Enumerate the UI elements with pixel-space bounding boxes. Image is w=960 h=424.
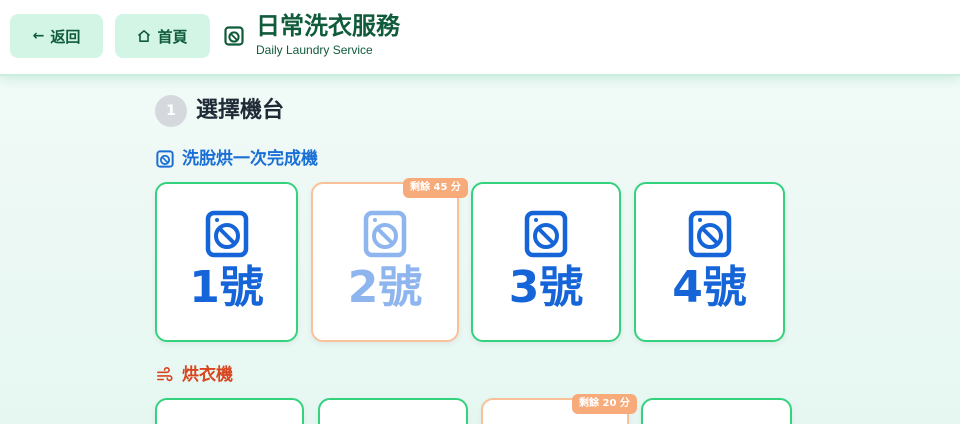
page-title: 日常洗衣服務	[256, 12, 400, 40]
machine-card-3[interactable]: 3號	[471, 182, 621, 342]
washer-section-title: 洗脫烘一次完成機	[182, 149, 318, 169]
machine-card-4[interactable]: 4號	[634, 182, 785, 342]
step-number-badge: 1	[155, 95, 187, 127]
machine-card-1[interactable]: 1號	[155, 182, 298, 342]
home-icon	[138, 30, 151, 42]
dryer-section-title: 烘衣機	[182, 365, 233, 385]
top-bar: ← 返回 首頁 日常洗衣服務 Daily Laundry Service	[0, 0, 960, 76]
dryer-card-2[interactable]	[318, 398, 468, 424]
step-title: 選擇機台	[196, 98, 285, 123]
washing-machine-icon	[205, 210, 248, 258]
page-subtitle: Daily Laundry Service	[256, 43, 373, 57]
remaining-time-badge: 剩餘 45 分	[403, 178, 468, 198]
wind-icon	[156, 367, 173, 382]
machine-card-2[interactable]: 2號	[311, 182, 459, 342]
machine-label: 3號	[508, 262, 584, 313]
back-button[interactable]: ← 返回	[10, 14, 103, 58]
remaining-time-badge: 剩餘 20 分	[572, 394, 637, 414]
dryer-card-4[interactable]	[641, 398, 792, 424]
dryer-card-1[interactable]	[155, 398, 304, 424]
washing-machine-icon	[224, 26, 244, 46]
washing-machine-icon	[363, 210, 407, 258]
home-label: 首頁	[157, 27, 188, 46]
back-label: 返回	[50, 27, 81, 46]
arrow-left-icon: ←	[32, 28, 45, 44]
machine-label: 2號	[347, 262, 423, 313]
machine-label: 1號	[189, 262, 264, 313]
home-button[interactable]: 首頁	[115, 14, 210, 58]
washing-machine-icon	[524, 210, 568, 258]
machine-label: 4號	[672, 262, 747, 313]
washing-machine-icon	[156, 150, 174, 168]
washing-machine-icon	[688, 210, 731, 258]
